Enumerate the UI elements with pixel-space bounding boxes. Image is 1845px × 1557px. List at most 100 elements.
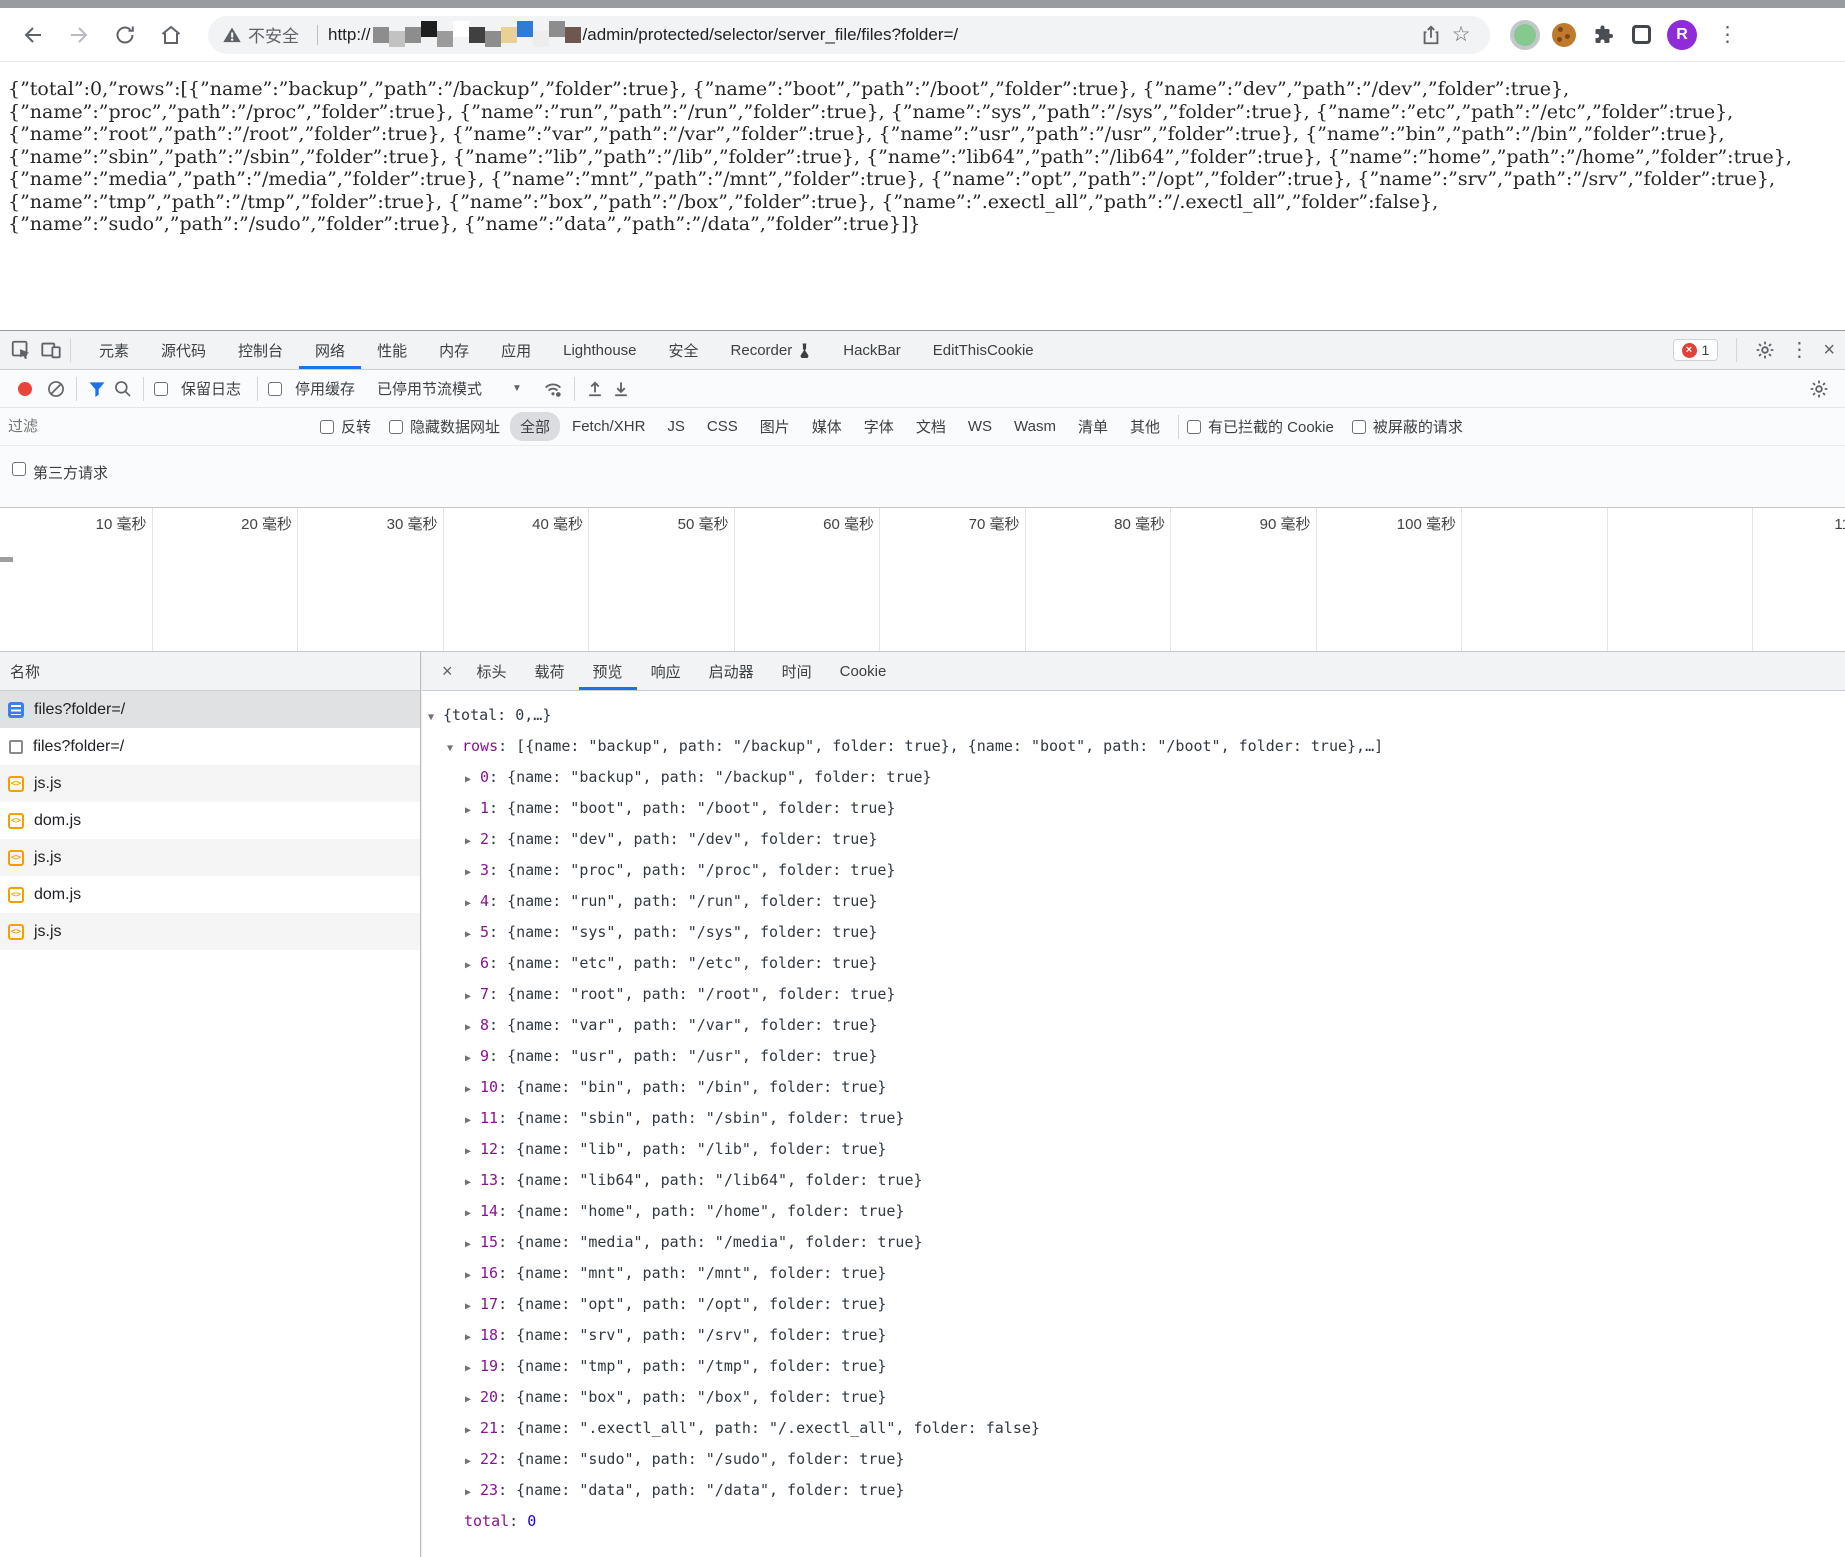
- tree-entry-line[interactable]: ▶13: {name: "lib64", path: "/lib64", fol…: [428, 1166, 1845, 1197]
- tree-entry-line[interactable]: ▶22: {name: "sudo", path: "/sudo", folde…: [428, 1445, 1845, 1476]
- blocked-requests-checkbox[interactable]: [1352, 420, 1366, 434]
- filter-funnel-icon[interactable]: [87, 379, 107, 399]
- network-overview-timeline[interactable]: 10 毫秒 20 毫秒 30 毫秒 40 毫秒 50 毫秒 60 毫秒 70: [0, 508, 1845, 652]
- disclosure-collapsed-icon[interactable]: ▶: [465, 1200, 480, 1228]
- disclosure-collapsed-icon[interactable]: ▶: [465, 1138, 480, 1166]
- disclosure-collapsed-icon[interactable]: ▶: [465, 1448, 480, 1476]
- devtools-tab[interactable]: 安全: [653, 331, 715, 369]
- profile-avatar[interactable]: R: [1667, 20, 1697, 50]
- back-button[interactable]: [16, 18, 50, 52]
- bookmark-button[interactable]: ☆: [1446, 20, 1476, 50]
- filter-input[interactable]: [8, 418, 248, 435]
- invert-filter-checkbox[interactable]: [320, 420, 334, 434]
- record-network-log-button[interactable]: [18, 382, 32, 396]
- home-button[interactable]: [154, 18, 188, 52]
- tree-entry-line[interactable]: ▶23: {name: "data", path: "/data", folde…: [428, 1476, 1845, 1507]
- response-tab[interactable]: 标头: [463, 652, 521, 690]
- devtools-tab[interactable]: 网络: [299, 331, 361, 369]
- disclosure-collapsed-icon[interactable]: ▶: [465, 1169, 480, 1197]
- tree-entry-line[interactable]: ▶4: {name: "run", path: "/run", folder: …: [428, 887, 1845, 918]
- tree-entry-line[interactable]: ▶8: {name: "var", path: "/var", folder: …: [428, 1011, 1845, 1042]
- disable-cache-checkbox[interactable]: [268, 382, 282, 396]
- devtools-tab[interactable]: 应用: [485, 331, 547, 369]
- tree-entry-line[interactable]: ▶7: {name: "root", path: "/root", folder…: [428, 980, 1845, 1011]
- throttling-dropdown[interactable]: 已停用节流模式: [377, 378, 482, 399]
- forward-button[interactable]: [62, 18, 96, 52]
- tree-entry-line[interactable]: ▶16: {name: "mnt", path: "/mnt", folder:…: [428, 1259, 1845, 1290]
- not-secure-warning-icon[interactable]: [222, 25, 242, 45]
- tree-entry-line[interactable]: ▶10: {name: "bin", path: "/bin", folder:…: [428, 1073, 1845, 1104]
- network-settings-gear-icon[interactable]: [1809, 379, 1829, 399]
- disclosure-collapsed-icon[interactable]: ▶: [465, 983, 480, 1011]
- tree-entry-line[interactable]: ▶1: {name: "boot", path: "/boot", folder…: [428, 794, 1845, 825]
- tree-entry-line[interactable]: ▶14: {name: "home", path: "/home", folde…: [428, 1197, 1845, 1228]
- third-party-checkbox[interactable]: [12, 462, 26, 476]
- tree-entry-line[interactable]: ▶15: {name: "media", path: "/media", fol…: [428, 1228, 1845, 1259]
- tree-rows-line[interactable]: ▼rows: [{name: "backup", path: "/backup"…: [428, 732, 1845, 763]
- tree-entry-line[interactable]: ▶5: {name: "sys", path: "/sys", folder: …: [428, 918, 1845, 949]
- devtools-tab[interactable]: Recorder: [715, 331, 828, 369]
- disclosure-collapsed-icon[interactable]: ▶: [465, 1076, 480, 1104]
- request-type-filter[interactable]: WS: [958, 414, 1002, 439]
- request-row[interactable]: js.js: [0, 913, 420, 950]
- devtools-menu-button[interactable]: ⋮: [1789, 340, 1809, 360]
- disclosure-collapsed-icon[interactable]: ▶: [465, 1386, 480, 1414]
- tree-entry-line[interactable]: ▶21: {name: ".exectl_all", path: "/.exec…: [428, 1414, 1845, 1445]
- request-list-header[interactable]: 名称: [0, 652, 420, 691]
- disclosure-collapsed-icon[interactable]: ▶: [465, 766, 480, 794]
- export-har-icon[interactable]: [611, 379, 631, 399]
- tree-root-line[interactable]: ▼{total: 0,…}: [428, 701, 1845, 732]
- request-type-filter[interactable]: JS: [657, 414, 695, 439]
- disclosure-collapsed-icon[interactable]: ▶: [465, 1107, 480, 1135]
- request-type-filter[interactable]: 全部: [510, 412, 560, 441]
- disclosure-collapsed-icon[interactable]: ▶: [465, 1262, 480, 1290]
- extension-cookie-icon[interactable]: [1552, 23, 1576, 47]
- clear-network-log-icon[interactable]: [46, 379, 66, 399]
- request-type-filter[interactable]: 清单: [1068, 412, 1118, 441]
- browser-menu-button[interactable]: ⋮: [1713, 24, 1742, 45]
- response-tab[interactable]: 预览: [579, 652, 637, 690]
- disclosure-collapsed-icon[interactable]: ▶: [465, 1479, 480, 1507]
- extension-green-icon[interactable]: [1514, 24, 1536, 46]
- request-row[interactable]: js.js: [0, 765, 420, 802]
- disclosure-collapsed-icon[interactable]: ▶: [465, 1014, 480, 1042]
- close-detail-button[interactable]: ×: [432, 661, 463, 682]
- devtools-close-button[interactable]: ×: [1823, 340, 1835, 360]
- blocked-cookies-checkbox[interactable]: [1187, 420, 1201, 434]
- toggle-device-toolbar-button[interactable]: [36, 336, 66, 364]
- disclosure-collapsed-icon[interactable]: ▶: [465, 1293, 480, 1321]
- devtools-tab[interactable]: EditThisCookie: [917, 331, 1050, 369]
- request-type-filter[interactable]: Fetch/XHR: [562, 414, 655, 439]
- tree-entry-line[interactable]: ▶3: {name: "proc", path: "/proc", folder…: [428, 856, 1845, 887]
- security-status-label[interactable]: 不安全: [248, 22, 299, 47]
- request-row[interactable]: files?folder=/: [0, 691, 420, 728]
- devtools-tab[interactable]: 控制台: [222, 331, 299, 369]
- response-tab[interactable]: 载荷: [521, 652, 579, 690]
- disclosure-collapsed-icon[interactable]: ▶: [465, 859, 480, 887]
- extension-square-icon[interactable]: [1632, 25, 1651, 44]
- disclosure-collapsed-icon[interactable]: ▶: [465, 952, 480, 980]
- devtools-tab[interactable]: 源代码: [145, 331, 222, 369]
- chevron-down-icon[interactable]: ▼: [512, 383, 522, 394]
- tree-entry-line[interactable]: ▶6: {name: "etc", path: "/etc", folder: …: [428, 949, 1845, 980]
- request-type-filter[interactable]: 文档: [906, 412, 956, 441]
- error-count-badge[interactable]: × 1: [1673, 339, 1719, 361]
- tree-entry-line[interactable]: ▶18: {name: "srv", path: "/srv", folder:…: [428, 1321, 1845, 1352]
- disclosure-collapsed-icon[interactable]: ▶: [465, 890, 480, 918]
- tree-total-line[interactable]: total: 0: [428, 1507, 1845, 1535]
- search-icon[interactable]: [113, 379, 133, 399]
- tree-entry-line[interactable]: ▶20: {name: "box", path: "/box", folder:…: [428, 1383, 1845, 1414]
- disclosure-collapsed-icon[interactable]: ▶: [465, 1231, 480, 1259]
- devtools-settings-gear-icon[interactable]: [1755, 340, 1775, 360]
- reload-button[interactable]: [108, 18, 142, 52]
- share-button[interactable]: [1416, 20, 1446, 50]
- preserve-log-checkbox[interactable]: [154, 382, 168, 396]
- response-tab[interactable]: 启动器: [695, 652, 768, 690]
- response-tab[interactable]: Cookie: [826, 652, 901, 690]
- devtools-tab[interactable]: 元素: [83, 331, 145, 369]
- request-row[interactable]: dom.js: [0, 802, 420, 839]
- tree-entry-line[interactable]: ▶0: {name: "backup", path: "/backup", fo…: [428, 763, 1845, 794]
- disclosure-collapsed-icon[interactable]: ▶: [465, 1324, 480, 1352]
- name-column-header[interactable]: 名称: [10, 661, 40, 682]
- request-type-filter[interactable]: 图片: [750, 412, 800, 441]
